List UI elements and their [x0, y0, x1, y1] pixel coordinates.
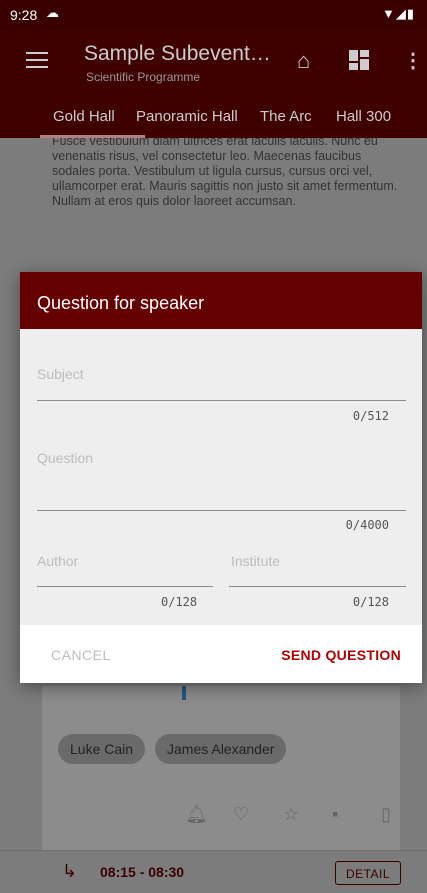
menu-icon[interactable]: [26, 52, 48, 68]
heart-icon[interactable]: ♡: [233, 804, 249, 825]
speaker-chip[interactable]: Luke Cain: [58, 734, 146, 764]
tab-bar: Gold Hall Panoramic Hall The Arc Hall 30…: [0, 96, 427, 138]
dashboard-icon[interactable]: [349, 50, 369, 70]
app-subtitle: Scientific Programme: [86, 70, 201, 84]
cloud-icon: ☁: [46, 5, 59, 20]
tab-panoramic-hall[interactable]: Panoramic Hall: [136, 108, 238, 125]
speaker-chip[interactable]: James Alexander: [155, 734, 287, 764]
chart-bar: [182, 686, 186, 700]
dialog-title: Question for speaker: [37, 293, 205, 313]
more-vert-icon[interactable]: ⋮: [403, 48, 423, 73]
status-icons: ▼◢▮: [382, 6, 415, 22]
session-description: Fusce vestibulum diam ultrices erat iacu…: [52, 138, 398, 208]
question-dialog: Question for speaker Subject 0/512 Quest…: [20, 272, 422, 683]
signal-icon: ◢: [395, 6, 407, 21]
status-bar: 9:28 ☁ ▼◢▮: [0, 0, 427, 30]
status-time: 9:28: [10, 7, 38, 23]
question-underline: [37, 510, 406, 511]
question-counter: 0/4000: [345, 518, 389, 532]
author-placeholder: Author: [37, 553, 79, 569]
app-bar: Sample Subevent… Scientific Programme ⌂ …: [0, 30, 427, 96]
star-icon[interactable]: ☆: [283, 804, 299, 825]
author-field[interactable]: Author 0/128: [20, 539, 220, 625]
institute-underline: [229, 586, 406, 587]
author-counter: 0/128: [161, 595, 198, 609]
send-question-button[interactable]: SEND QUESTION: [281, 647, 401, 663]
tab-the-arc[interactable]: The Arc: [260, 108, 312, 125]
institute-placeholder: Institute: [231, 553, 281, 569]
institute-field[interactable]: Institute 0/128: [214, 539, 422, 625]
home-icon[interactable]: ⌂: [297, 48, 310, 74]
subdirectory-arrow-icon: ↳: [62, 861, 78, 881]
session-time: 08:15 - 08:30: [100, 864, 185, 880]
bell-icon[interactable]: 🔔︎: [185, 804, 208, 825]
institute-counter: 0/128: [352, 595, 389, 609]
chat-icon[interactable]: ▪: [332, 804, 338, 825]
cancel-button[interactable]: CANCEL: [51, 647, 111, 663]
battery-icon: ▮: [406, 6, 415, 21]
question-placeholder: Question: [37, 450, 94, 466]
tab-gold-hall[interactable]: Gold Hall: [53, 108, 115, 125]
session-card: [42, 686, 400, 856]
wifi-icon: ▼: [381, 6, 396, 21]
dialog-header: Question for speaker: [20, 272, 422, 329]
subject-placeholder: Subject: [37, 366, 84, 382]
app-title: Sample Subevent…: [84, 42, 271, 65]
clipboard-icon[interactable]: ▯: [381, 804, 391, 825]
tab-hall-300[interactable]: Hall 300: [336, 108, 391, 125]
detail-button[interactable]: DETAIL: [335, 861, 401, 885]
author-underline: [37, 586, 213, 587]
subject-field[interactable]: Subject 0/512: [20, 329, 422, 429]
question-field[interactable]: Question 0/4000: [20, 429, 422, 539]
subject-underline: [37, 400, 406, 401]
dialog-footer: CANCEL SEND QUESTION: [20, 625, 422, 683]
next-session-row[interactable]: ↳ 08:15 - 08:30 DETAIL: [0, 850, 427, 893]
subject-counter: 0/512: [352, 409, 389, 423]
